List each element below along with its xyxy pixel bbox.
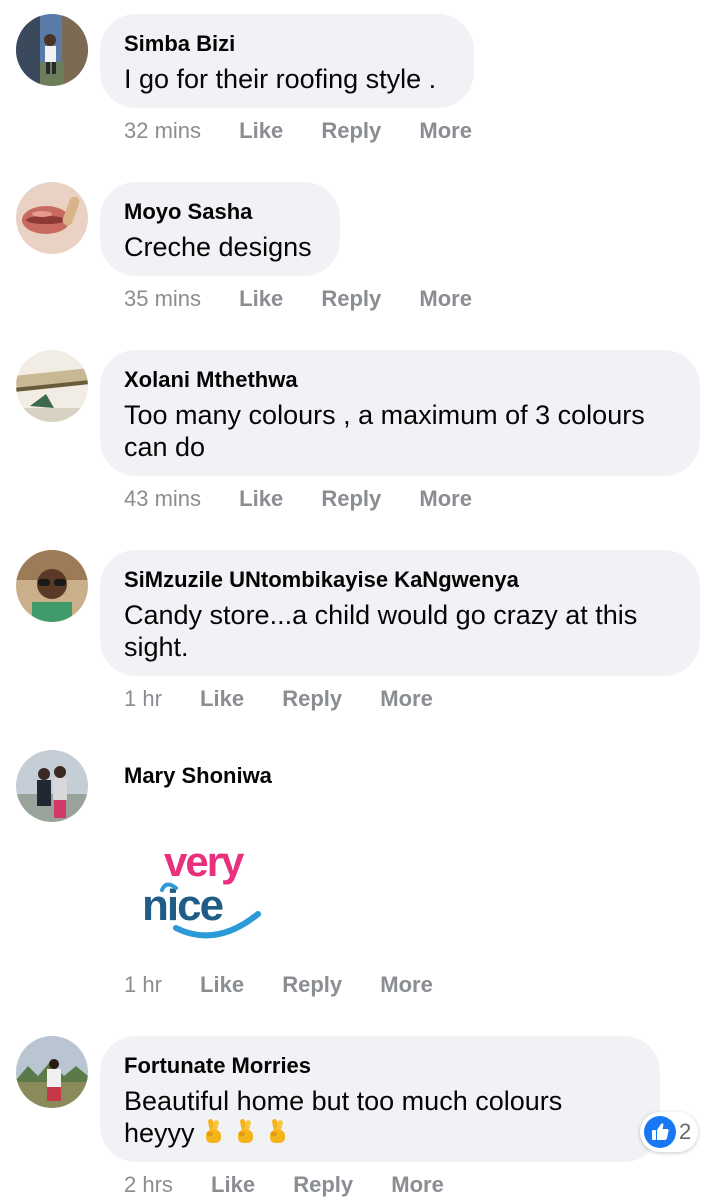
comment-bubble: Simba Bizi I go for their roofing style … bbox=[100, 14, 474, 108]
avatar-photo-icon bbox=[16, 350, 88, 422]
like-button[interactable]: Like bbox=[239, 116, 283, 146]
more-button[interactable]: More bbox=[380, 970, 433, 1000]
comment-bubble: SiMzuzile UNtombikayise KaNgwenya Candy … bbox=[100, 550, 700, 676]
reply-button[interactable]: Reply bbox=[321, 284, 381, 314]
more-button[interactable]: More bbox=[419, 284, 472, 314]
comment-text: I go for their roofing style . bbox=[124, 64, 437, 94]
comment-actions: 2 hrs Like Reply More bbox=[124, 1170, 444, 1200]
comment-text: Too many colours , a maximum of 3 colour… bbox=[124, 399, 676, 463]
comment-actions: 1 hr Like Reply More bbox=[124, 684, 433, 714]
avatar[interactable] bbox=[16, 750, 88, 822]
crossed-fingers-icon bbox=[269, 1118, 285, 1143]
crossed-fingers-icon bbox=[237, 1118, 253, 1143]
comment-timestamp[interactable]: 1 hr bbox=[124, 684, 162, 714]
comment-bubble: Xolani Mthethwa Too many colours , a max… bbox=[100, 350, 700, 476]
crossed-fingers-icon bbox=[205, 1118, 221, 1143]
comment-author[interactable]: Fortunate Morries bbox=[124, 1052, 636, 1080]
comment-text-word: heyyy bbox=[124, 1118, 195, 1148]
like-button[interactable]: Like bbox=[211, 1170, 255, 1200]
comment-author[interactable]: Simba Bizi bbox=[124, 30, 450, 58]
comment-actions: 35 mins Like Reply More bbox=[124, 284, 472, 314]
comment-text-line: heyyy bbox=[124, 1117, 636, 1149]
like-button[interactable]: Like bbox=[200, 970, 244, 1000]
comment-author[interactable]: SiMzuzile UNtombikayise KaNgwenya bbox=[124, 566, 676, 594]
like-button[interactable]: Like bbox=[200, 684, 244, 714]
avatar-photo-icon bbox=[16, 550, 88, 622]
reply-button[interactable]: Reply bbox=[282, 684, 342, 714]
avatar-photo-icon bbox=[16, 1036, 88, 1108]
comment-actions: 1 hr Like Reply More bbox=[124, 970, 433, 1000]
reaction-count: 2 bbox=[679, 1119, 692, 1144]
more-button[interactable]: More bbox=[419, 116, 472, 146]
comment-actions: 43 mins Like Reply More bbox=[124, 484, 472, 514]
more-button[interactable]: More bbox=[380, 684, 433, 714]
comment-text-line: Candy store...a child would go crazy at … bbox=[124, 600, 638, 630]
like-button[interactable]: Like bbox=[239, 284, 283, 314]
comment-timestamp[interactable]: 43 mins bbox=[124, 484, 201, 514]
comment-bubble: Moyo Sasha Creche designs bbox=[100, 182, 340, 276]
comment-text-line: can do bbox=[124, 432, 206, 462]
comment-author[interactable]: Xolani Mthethwa bbox=[124, 366, 676, 394]
very-nice-sticker-icon: very nice bbox=[142, 838, 261, 939]
sticker-text-top: very bbox=[164, 838, 245, 885]
comment-bubble: Fortunate Morries Beautiful home but too… bbox=[100, 1036, 660, 1162]
comment-timestamp[interactable]: 32 mins bbox=[124, 116, 201, 146]
avatar[interactable] bbox=[16, 550, 88, 622]
avatar-photo-icon bbox=[16, 182, 88, 254]
comment-timestamp[interactable]: 1 hr bbox=[124, 970, 162, 1000]
avatar[interactable] bbox=[16, 1036, 88, 1108]
comment-text-line: sight. bbox=[124, 632, 189, 662]
avatar[interactable] bbox=[16, 14, 88, 86]
comment-text: Beautiful home but too much colours heyy… bbox=[124, 1085, 636, 1149]
reply-button[interactable]: Reply bbox=[321, 484, 381, 514]
reply-button[interactable]: Reply bbox=[293, 1170, 353, 1200]
comment-timestamp[interactable]: 2 hrs bbox=[124, 1170, 173, 1200]
avatar[interactable] bbox=[16, 182, 88, 254]
more-button[interactable]: More bbox=[419, 484, 472, 514]
sticker-text-bottom: nice bbox=[142, 881, 223, 930]
comment-text-line: Too many colours , a maximum of 3 colour… bbox=[124, 400, 645, 430]
comment-timestamp[interactable]: 35 mins bbox=[124, 284, 201, 314]
comment-text: Candy store...a child would go crazy at … bbox=[124, 599, 676, 663]
like-button[interactable]: Like bbox=[239, 484, 283, 514]
comment-author[interactable]: Mary Shoniwa bbox=[124, 762, 272, 790]
avatar[interactable] bbox=[16, 350, 88, 422]
very-nice-sticker[interactable]: very nice bbox=[136, 832, 272, 942]
more-button[interactable]: More bbox=[391, 1170, 444, 1200]
like-icon bbox=[644, 1116, 676, 1148]
avatar-photo-icon bbox=[16, 14, 88, 86]
avatar-photo-icon bbox=[16, 750, 88, 822]
reaction-summary[interactable]: 2 bbox=[640, 1112, 698, 1152]
comment-actions: 32 mins Like Reply More bbox=[124, 116, 472, 146]
comment-text-line: Beautiful home but too much colours bbox=[124, 1086, 563, 1116]
reply-button[interactable]: Reply bbox=[282, 970, 342, 1000]
comment-author[interactable]: Moyo Sasha bbox=[124, 198, 316, 226]
comment-text: Creche designs bbox=[124, 232, 312, 262]
reply-button[interactable]: Reply bbox=[321, 116, 381, 146]
